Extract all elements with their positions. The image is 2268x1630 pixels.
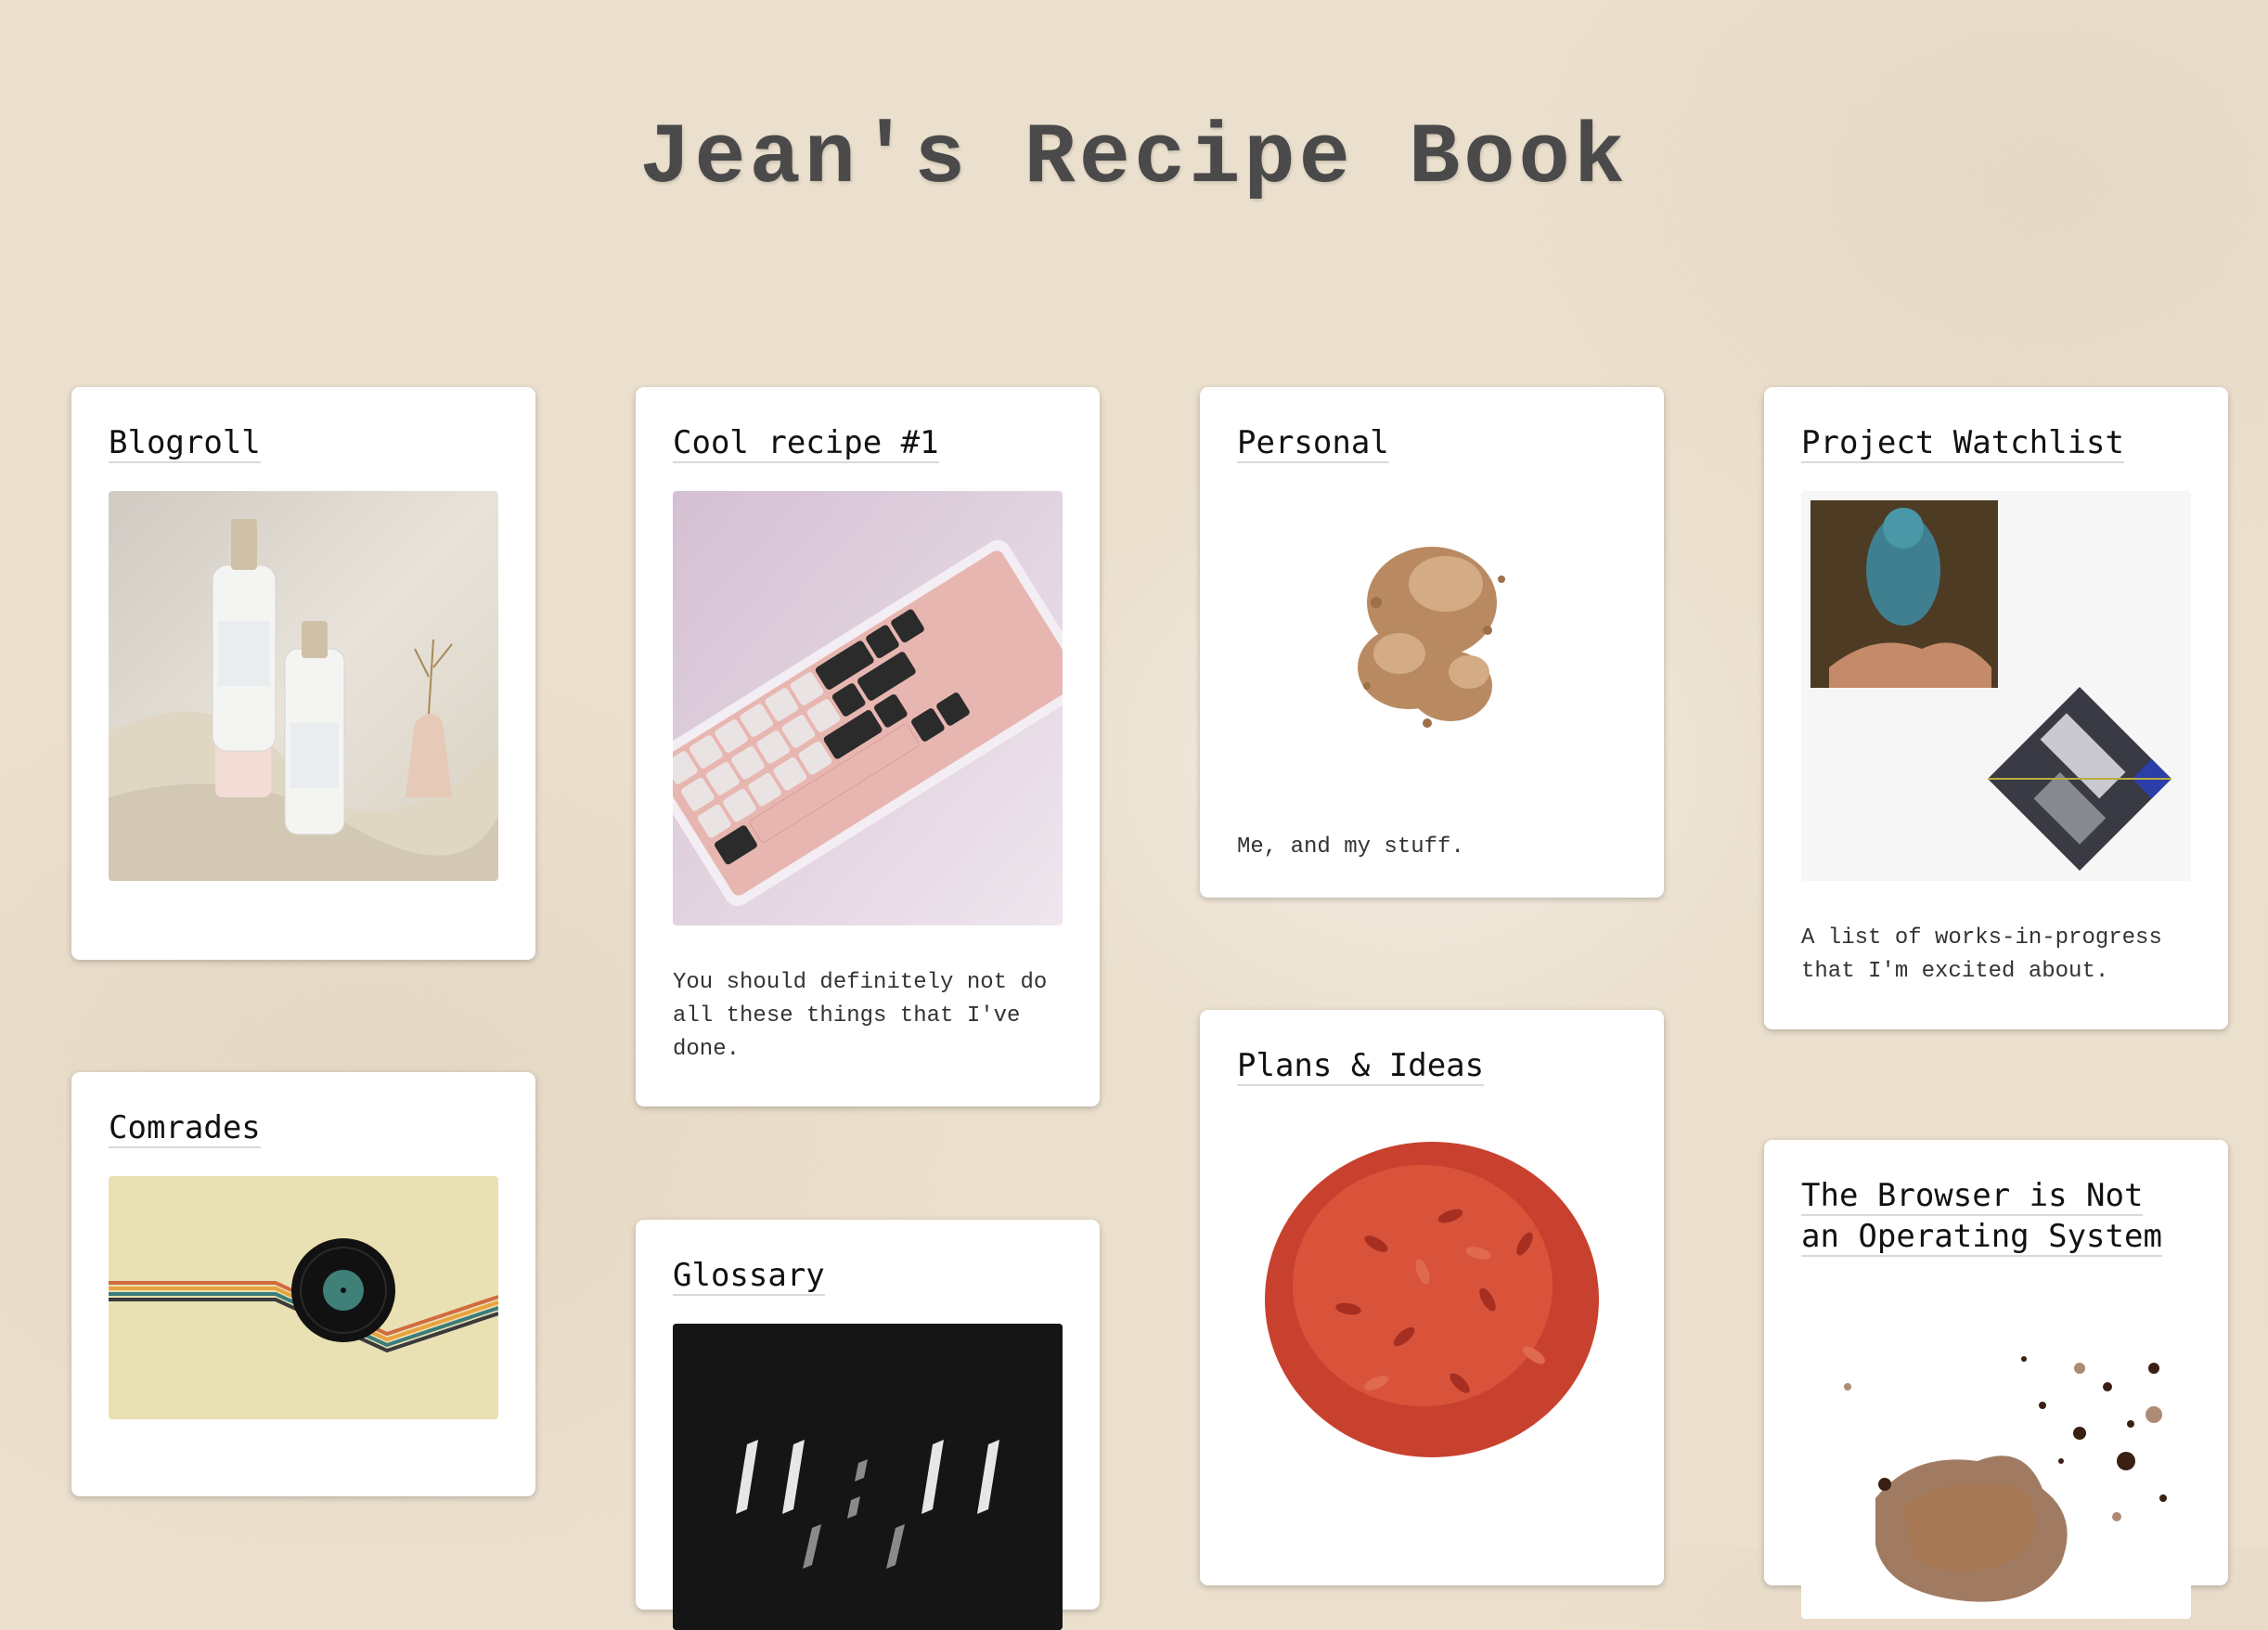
card-title[interactable]: Project Watchlist xyxy=(1801,422,2191,463)
card-comrades[interactable]: Comrades xyxy=(71,1072,535,1496)
card-cool-recipe[interactable]: Cool recipe #1 You should definitely not… xyxy=(636,387,1100,1106)
spice-powder-photo xyxy=(1237,491,1627,807)
gin-bottles-photo xyxy=(109,491,498,881)
card-title[interactable]: Comrades xyxy=(109,1107,498,1148)
keyboard-photo xyxy=(673,491,1063,925)
card-glossary[interactable]: Glossary xyxy=(636,1220,1100,1630)
card-title[interactable]: Plans & Ideas xyxy=(1237,1045,1627,1086)
card-plans-ideas[interactable]: Plans & Ideas xyxy=(1200,1010,1664,1585)
card-title[interactable]: Cool recipe #1 xyxy=(673,422,1063,463)
card-browser-os[interactable]: The Browser is Not an Operating System xyxy=(1764,1140,2228,1619)
card-title[interactable]: Blogroll xyxy=(109,422,498,463)
card-title[interactable]: Personal xyxy=(1237,422,1627,463)
card-title[interactable]: Glossary xyxy=(673,1255,1063,1296)
card-blogroll[interactable]: Blogroll xyxy=(71,387,535,960)
collage-photo xyxy=(1801,491,2191,881)
card-description: Me, and my stuff. xyxy=(1237,834,1464,860)
card-title[interactable]: The Browser is Not an Operating System xyxy=(1801,1175,2191,1257)
card-personal[interactable]: Personal Me, and my stuff. xyxy=(1200,387,1664,898)
coffee-stain-photo xyxy=(1801,1285,2191,1619)
card-description: You should definitely not do all these t… xyxy=(673,970,1048,1062)
goji-berries-photo xyxy=(1237,1114,1627,1485)
digital-clock-photo xyxy=(673,1324,1063,1630)
vinyl-record-illustration xyxy=(109,1176,498,1419)
card-project-watchlist[interactable]: Project Watchlist A list of works-in-pro… xyxy=(1764,387,2228,1029)
page-title: Jean's Recipe Book xyxy=(639,110,1629,207)
card-description: A list of works-in-progress that I'm exc… xyxy=(1801,925,2162,984)
